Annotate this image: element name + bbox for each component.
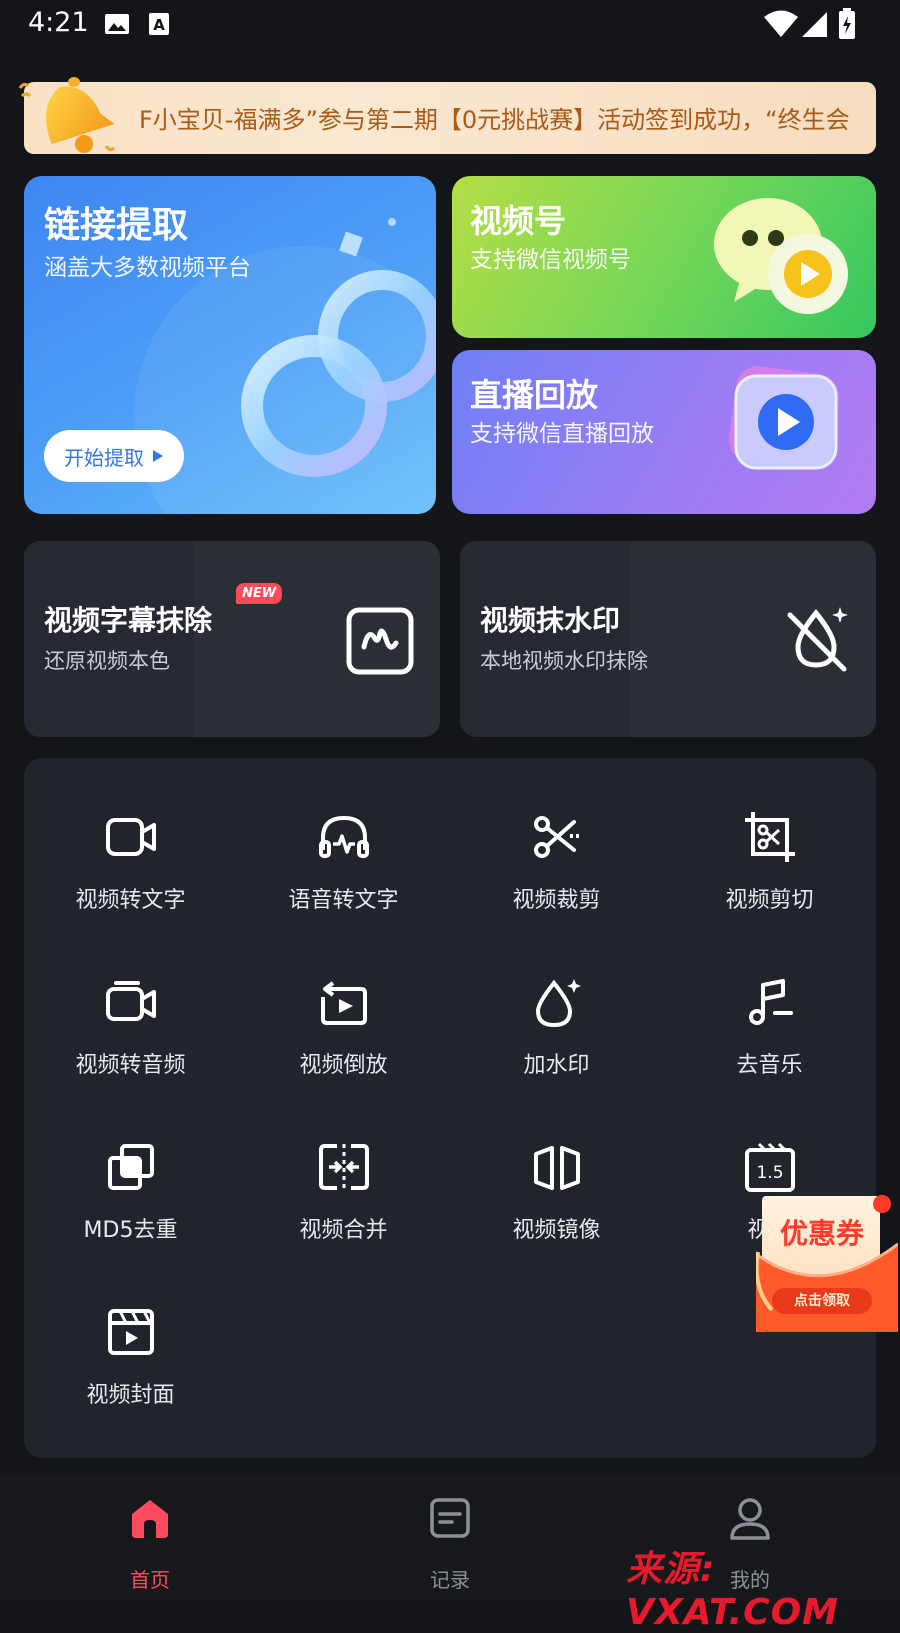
tool-video-cut[interactable]: 视频剪切 bbox=[663, 758, 876, 923]
tool-label: 视频转音频 bbox=[75, 1053, 186, 1078]
nav-home-label: 首页 bbox=[130, 1568, 170, 1592]
live-replay-title: 直播回放 bbox=[470, 376, 599, 414]
coupon-title: 优惠券 bbox=[779, 1217, 864, 1250]
drop-off-icon bbox=[787, 607, 848, 672]
rewind-play-icon bbox=[321, 981, 367, 1025]
tool-label: 视频镜像 bbox=[512, 1218, 601, 1243]
merge-icon bbox=[319, 1144, 369, 1190]
tool-label: 视频裁剪 bbox=[512, 888, 601, 913]
notice-text: F小宝贝-福满多”参与第二期【0元挑战赛】活动签到成功，“终生会 bbox=[139, 106, 850, 134]
profile-icon bbox=[730, 1498, 770, 1540]
battery-icon bbox=[839, 8, 855, 39]
tool-label: 视频倒放 bbox=[299, 1053, 388, 1078]
tool-label: 视频转文字 bbox=[75, 888, 186, 913]
layers-icon bbox=[108, 1144, 154, 1190]
bell-icon bbox=[18, 77, 116, 153]
tool-remove-music[interactable]: 去音乐 bbox=[663, 923, 876, 1088]
record-icon bbox=[430, 1498, 470, 1538]
tool-speech-to-text[interactable]: 语音转文字 bbox=[237, 758, 450, 923]
home-icon bbox=[132, 1500, 168, 1538]
clapper-icon bbox=[108, 1309, 154, 1355]
nav-records-label: 记录 bbox=[430, 1568, 470, 1592]
link-extract-subtitle: 涵盖大多数视频平台 bbox=[44, 255, 251, 281]
headphones-icon bbox=[319, 815, 369, 858]
svg-text:A: A bbox=[153, 16, 165, 34]
link-extract-title: 链接提取 bbox=[44, 205, 189, 246]
tool-md5-dedupe[interactable]: MD5去重 bbox=[24, 1088, 237, 1253]
video-audio-icon bbox=[106, 981, 156, 1021]
tool-video-merge[interactable]: 视频合并 bbox=[237, 1088, 450, 1253]
tool-label: 加水印 bbox=[523, 1053, 590, 1078]
subtitle-remove-title: 视频字幕抹除 bbox=[44, 604, 213, 637]
watermark-remove-card[interactable]: 视频抹水印 本地视频水印抹除 bbox=[460, 541, 876, 737]
tool-video-cover[interactable]: 视频封面 bbox=[24, 1253, 237, 1418]
water-drop-icon bbox=[535, 979, 581, 1028]
chat-bubbles-icon bbox=[714, 198, 848, 314]
speed-icon: 1.5 bbox=[745, 1142, 795, 1192]
link-extract-card[interactable]: 链接提取 涵盖大多数视频平台 开始提取 bbox=[24, 176, 436, 514]
tool-video-mirror[interactable]: 视频镜像 bbox=[450, 1088, 663, 1253]
tool-label: 视频封面 bbox=[86, 1383, 175, 1408]
play-arrow-icon bbox=[153, 450, 163, 462]
new-badge: NEW bbox=[236, 583, 283, 604]
channels-title: 视频号 bbox=[470, 202, 567, 240]
tool-label: MD5去重 bbox=[83, 1218, 178, 1243]
image-icon bbox=[105, 14, 129, 34]
tool-label: 视频合并 bbox=[299, 1218, 388, 1243]
live-replay-card[interactable]: 直播回放 支持微信直播回放 bbox=[452, 350, 876, 514]
start-extract-button[interactable]: 开始提取 bbox=[44, 430, 184, 482]
scissors-icon bbox=[534, 816, 580, 858]
watermark-remove-title: 视频抹水印 bbox=[480, 604, 621, 637]
channels-subtitle: 支持微信视频号 bbox=[470, 247, 631, 273]
tool-video-to-audio[interactable]: 视频转音频 bbox=[24, 923, 237, 1088]
coupon-button[interactable]: 点击领取 bbox=[772, 1288, 872, 1314]
nav-records[interactable]: 记录 bbox=[300, 1474, 600, 1600]
status-time: 4:21 bbox=[28, 7, 89, 38]
tool-video-crop[interactable]: 视频裁剪 bbox=[450, 758, 663, 923]
source-watermark: 来源: VXAT.COM bbox=[626, 1549, 839, 1633]
tool-video-reverse[interactable]: 视频倒放 bbox=[237, 923, 450, 1088]
video-camera-icon bbox=[106, 818, 156, 856]
tool-add-watermark[interactable]: 加水印 bbox=[450, 923, 663, 1088]
coupon-floater[interactable]: 优惠券 点击领取 bbox=[756, 1192, 898, 1336]
status-bar: 4:21 A bbox=[0, 0, 900, 50]
play-box-icon bbox=[728, 366, 840, 470]
notice-banner[interactable]: F小宝贝-福满多”参与第二期【0元挑战赛】活动签到成功，“终生会 bbox=[24, 82, 876, 154]
tool-label: 语音转文字 bbox=[288, 888, 399, 913]
start-extract-label: 开始提取 bbox=[64, 445, 144, 470]
text-a-icon: A bbox=[149, 13, 169, 35]
music-remove-icon bbox=[749, 979, 793, 1025]
wifi-icon bbox=[764, 10, 798, 37]
tool-video-to-text[interactable]: 视频转文字 bbox=[24, 758, 237, 923]
svg-text:1.5: 1.5 bbox=[756, 1163, 783, 1183]
watermark-remove-subtitle: 本地视频水印抹除 bbox=[480, 649, 648, 673]
tool-label: 去音乐 bbox=[736, 1053, 803, 1078]
tool-label: 视频剪切 bbox=[725, 888, 814, 913]
nav-home[interactable]: 首页 bbox=[0, 1474, 300, 1600]
live-replay-subtitle: 支持微信直播回放 bbox=[470, 421, 654, 447]
channels-card[interactable]: 视频号 支持微信视频号 bbox=[452, 176, 876, 338]
signal-icon bbox=[802, 12, 827, 37]
tools-panel: 视频转文字 语音转文字 视频裁剪 视频剪切 视频转音频 视频倒放 加水印 去音乐… bbox=[24, 758, 876, 1458]
subtitle-remove-subtitle: 还原视频本色 bbox=[44, 649, 170, 673]
subtitle-erase-icon bbox=[346, 607, 414, 675]
subtitle-remove-card[interactable]: 视频字幕抹除 NEW 还原视频本色 bbox=[24, 541, 440, 737]
mirror-icon bbox=[534, 1146, 580, 1190]
crop-cut-icon bbox=[745, 812, 795, 862]
